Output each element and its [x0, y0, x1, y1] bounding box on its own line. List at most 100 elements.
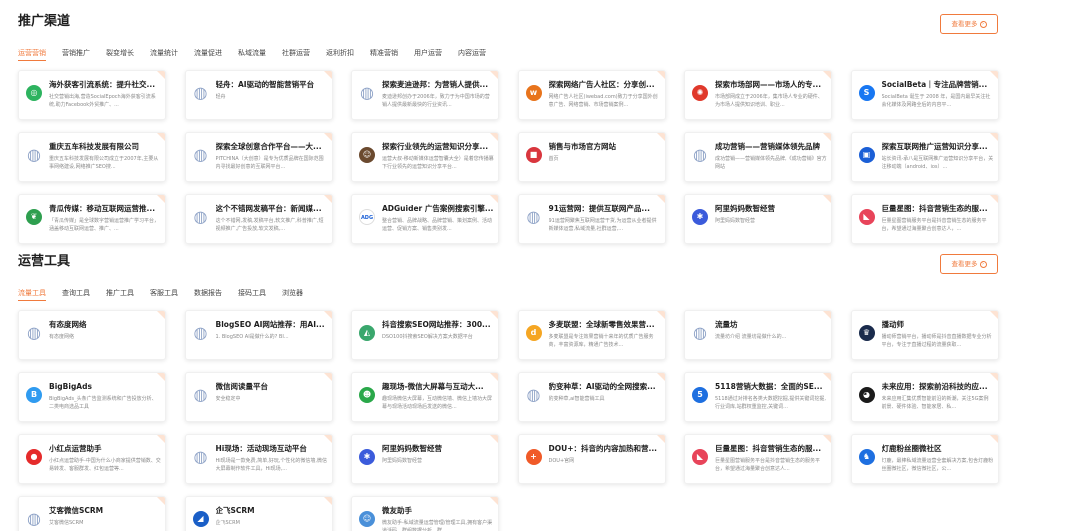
site-card[interactable]: ◭ 抖音搜索SEO网站推荐：300... DSO100抖搜索SEO解决方案大数据平台 — [351, 310, 499, 360]
category-tab[interactable]: 接码工具 — [238, 287, 266, 301]
category-tab[interactable]: 浏览器 — [282, 287, 303, 301]
card-title: 趣现场-微信大屏幕与互动大... — [382, 382, 484, 391]
site-card[interactable]: ☻ 趣现场-微信大屏幕与互动大... 趣现场微信大屏幕，互动微信墙、微信上墙功大屏幕… — [351, 372, 499, 422]
site-card[interactable]: ◢ 企飞SCRM 企飞SCRM — [184, 496, 333, 531]
corner-ribbon — [490, 373, 498, 381]
corner-ribbon — [989, 195, 998, 203]
view-more-button[interactable]: 查看更多 › — [940, 254, 998, 274]
corner-ribbon — [323, 195, 332, 203]
card-description: 巨量星图营销服务平台是抖音营销生态的服务平台，希望通过海量聚合创意达人，... — [881, 218, 987, 232]
globe-icon: ◍ — [525, 385, 542, 404]
card-title: 流量坊 — [715, 320, 738, 329]
category-tab[interactable]: 私域流量 — [238, 47, 266, 61]
corner-ribbon — [323, 373, 332, 381]
card-title: 青瓜传媒：移动互联网运营推... — [49, 204, 156, 213]
category-tab[interactable]: 推广工具 — [106, 287, 134, 301]
site-card[interactable]: ◍ 探索麦迪逊邦：为营销人提供... 麦迪逊邦创办于2006年，致力于为中国市场的营… — [351, 70, 499, 120]
category-tab[interactable]: 精准营销 — [370, 47, 398, 61]
site-card[interactable]: ❦ 青瓜传媒：移动互联网运营推... 「青瓜传媒」是全球数字营销运营推广学习平台，涵… — [18, 194, 166, 244]
category-tab[interactable]: 返利折扣 — [326, 47, 354, 61]
site-card[interactable]: ◍ 这个不错网发稿平台：新闻媒... 这个不错网,发稿,发稿平台,软文推广,科普推广… — [184, 194, 333, 244]
category-tab[interactable]: 流量工具 — [18, 287, 46, 301]
site-card[interactable]: ● 小红点运营助手 小红点运营助手-中国为什么小商家提供营销数、交易转发、客服群发、… — [18, 434, 166, 484]
site-card[interactable]: ✱ 阿里妈妈数智经营 阿里妈妈数智经营 — [684, 194, 832, 244]
site-card[interactable]: ✺ 探索市场部网——市场人的专... 市场部网成立于2006年，集市场人专业的硬件、… — [684, 70, 832, 120]
bigbigads-icon: B — [26, 387, 42, 403]
category-tab[interactable]: 流量促进 — [194, 47, 222, 61]
globe-icon: ◍ — [192, 145, 209, 164]
category-tab[interactable]: 内容运营 — [458, 47, 486, 61]
site-card[interactable]: ◍ 豹变种草：AI驱动的全网搜索... 豹变种草,ai智能营销工具 — [517, 372, 666, 422]
site-card[interactable]: ◍ BlogSEO AI网站推荐：用AI... 1. BlogSEO AI是做什么的… — [184, 310, 333, 360]
site-card[interactable]: ADG ADGuider 广告案例搜索引擎... 整合营销、品牌战略、品牌营销、策划… — [351, 194, 499, 244]
site-card[interactable]: ◍ 有态度网络 有态度网络 — [18, 310, 166, 360]
globe-icon: ◍ — [525, 207, 542, 226]
corner-ribbon — [157, 497, 165, 505]
card-description: PITCHINA（大创意）是专为优质品牌在国际范围内寻找最好创意的互联网平台..… — [215, 156, 324, 170]
corner-ribbon — [490, 195, 498, 203]
card-description: DOU+官网 — [548, 458, 575, 464]
site-card[interactable]: 5 5118营销大数据：全面的SE... 5118通过对排名各类大数据挖掘,提供关键… — [684, 372, 832, 422]
card-title: 轻舟：AI驱动的智能营销平台 — [215, 80, 315, 89]
category-tab[interactable]: 用户运营 — [414, 47, 442, 61]
site-card[interactable]: ◍ 探索全球创意合作平台——大... PITCHINA（大创意）是专为优质品牌在国际… — [184, 132, 333, 182]
site-card[interactable]: ▣ 探索互联网推广运营知识分享... 站长资讯-承八是互联网推广运营知识分享平台，关… — [850, 132, 999, 182]
corner-ribbon — [823, 133, 831, 141]
globe-icon: ◍ — [26, 509, 42, 528]
category-tab[interactable]: 客服工具 — [150, 287, 178, 301]
site-card[interactable]: + DOU+：抖音的内容加热和营... DOU+官网 — [517, 434, 666, 484]
card-title: BlogSEO AI网站推荐：用AI... — [215, 320, 325, 329]
category-tab[interactable]: 裂变增长 — [106, 47, 134, 61]
card-title: BigBigAds — [49, 382, 92, 391]
site-card[interactable]: w 探索网络广告人社区：分享创... 网络广告人社区(iwebad.com)致力于分… — [517, 70, 666, 120]
corner-ribbon — [989, 133, 998, 141]
category-tab[interactable]: 数据报告 — [194, 287, 222, 301]
category-tab[interactable]: 查询工具 — [62, 287, 90, 301]
category-tab[interactable]: 流量统计 — [150, 47, 178, 61]
duomai-icon: d — [525, 325, 542, 341]
site-card[interactable]: S SocialBeta｜专注品牌营销... SocialBeta 诞生于 2008… — [850, 70, 999, 120]
corner-ribbon — [490, 71, 498, 79]
view-more-button[interactable]: 查看更多 › — [940, 14, 998, 34]
category-tab[interactable]: 营销推广 — [62, 47, 90, 61]
site-card[interactable]: ♞ 灯鹿粉丝圈微社区 灯鹿，最棒私域流量运营全套解决方案,包含灯鹿粉丝圈微社区，微信… — [850, 434, 999, 484]
card-description: 小红点运营助手-中国为什么小商家提供营销数、交易转发、客服群发、红包运营等... — [49, 458, 161, 472]
site-card[interactable]: ✱ 阿里妈妈数智经营 阿里妈妈数智经营 — [351, 434, 499, 484]
corner-ribbon — [656, 133, 665, 141]
social-epoch-icon: ◎ — [26, 85, 42, 101]
card-title: 5118营销大数据：全面的SE... — [715, 382, 823, 391]
section-operation-tools: 运营工具 查看更多 › 流量工具 查询工具 推广工具 客服工具 数据报告 接码工具 浏览器 ◍… — [18, 252, 999, 531]
corner-ribbon — [656, 311, 665, 319]
card-title: 探索麦迪逊邦：为营销人提供... — [382, 80, 489, 89]
card-description: 趣现场微信大屏幕，互动微信墙、微信上墙功大屏幕与现场活动现场后发送的微信... — [382, 396, 493, 410]
site-card[interactable]: ■ 销售与市场官方网站 首页 — [517, 132, 666, 182]
site-card[interactable]: B BigBigAds BigBigAds_头条广告监测系统和广告投放分析、二类电商… — [18, 372, 166, 422]
site-card[interactable]: ◍ 成功营销——营销媒体领先品牌 成功营销——营销媒体领先品牌,《成功营销》官方网站 — [684, 132, 832, 182]
corner-ribbon — [989, 311, 998, 319]
site-card[interactable]: ◍ 轻舟：AI驱动的智能营销平台 轻舟 — [184, 70, 333, 120]
site-card[interactable]: ◎ 海外获客引流系统：提升社交... 社交营销出海,营造SocialEpoch海外获… — [18, 70, 166, 120]
globe-icon: ◍ — [192, 385, 209, 404]
alimama-icon: ✱ — [359, 449, 375, 465]
site-card[interactable]: ♛ 播动师 播动师营销平台，播动师是抖音直播数据专业分析平台，专注于直播过程的流量获… — [850, 310, 999, 360]
site-card[interactable]: ☺ 探索行业领先的运营知识分享... 运营大叔-移动新媒体运营智囊大全）是着您传播篡… — [351, 132, 499, 182]
site-card[interactable]: ◍ 重庆五车科技发展有限公司 重庆五车科技发展有限公司成立于2007年,主要从事网络… — [18, 132, 166, 182]
site-card[interactable]: ☺ 微友助手 微友助手-私域流量运营管理/管理工具,拥有客户渠道活码、群组数据分析、… — [351, 496, 499, 531]
card-description: 市场部网成立于2006年，集市场人专业的硬件、为市场人提供知识培训、职业... — [715, 94, 823, 108]
site-card[interactable]: ◍ 艾客微信SCRM 艾客微信SCRM — [18, 496, 166, 531]
category-tab[interactable]: 运营营销 — [18, 47, 46, 61]
card-description: 社交营销出海,营造SocialEpoch海外获客引流系统,助力Facebook外… — [49, 94, 156, 108]
corner-ribbon — [656, 195, 665, 203]
site-card[interactable]: ◍ 91运营网：提供互联网产品... 91运营网聚焦互联网运营干货,为运营从业者提供… — [517, 194, 666, 244]
category-tab[interactable]: 社群运营 — [282, 47, 310, 61]
arrow-right-icon: › — [979, 260, 987, 268]
site-card[interactable]: ◣ 巨量星图：抖音营销生态的服... 巨量星图营销服务平台是抖音营销生态的服务平台，… — [684, 434, 832, 484]
corner-ribbon — [823, 373, 831, 381]
site-card[interactable]: d 多麦联盟：全球新零售效果营... 多麦联盟是专注效果营销十来年的优质广告服务商，… — [517, 310, 666, 360]
site-card[interactable]: ◍ Hi现场：活动现场互动平台 Hi现场是一款免费,简单,好玩,个性化的微信墙,微信… — [184, 434, 333, 484]
site-card[interactable]: ◣ 巨量星图：抖音营销生态的服... 巨量星图营销服务平台是抖音营销生态的服务平台，… — [850, 194, 999, 244]
site-card[interactable]: ◕ 未来应用：探索前沿科技的应... 未来应用汇集优质智能前沿的新潮，关注5G案例前… — [850, 372, 999, 422]
site-card[interactable]: ◍ 流量坊 流量坊介绍 流量坊是做什么的... — [684, 310, 832, 360]
card-title: 豹变种草：AI驱动的全网搜索... — [548, 382, 656, 391]
site-card[interactable]: ◍ 微信阅读量平台 安全稳定中 — [184, 372, 333, 422]
